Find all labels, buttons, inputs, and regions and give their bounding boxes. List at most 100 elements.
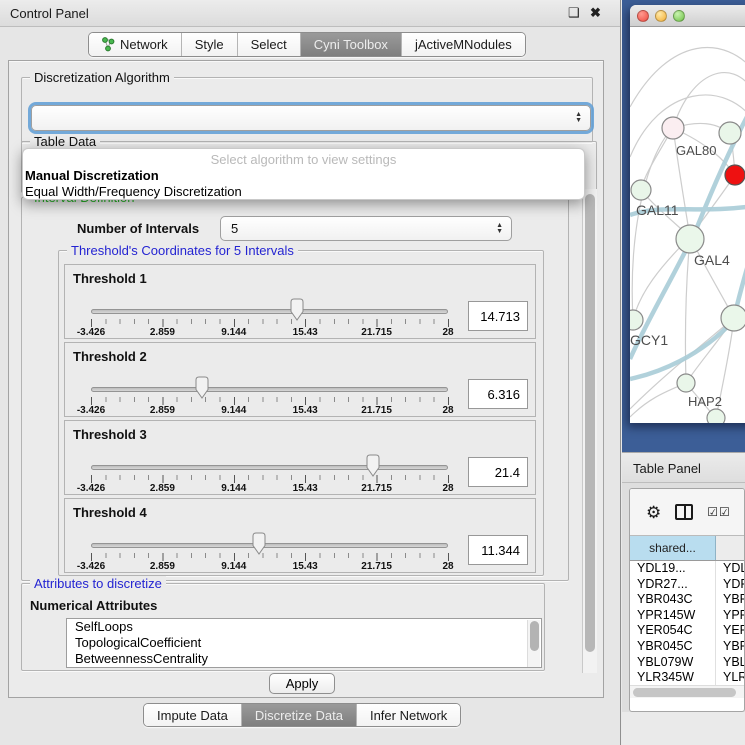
table-panel-title: Table Panel — [633, 461, 701, 476]
network-window-titlebar — [630, 5, 745, 27]
threshold-1-slider-track[interactable] — [91, 309, 448, 314]
tab-network-label: Network — [120, 37, 168, 52]
attributes-title: Attributes to discretize — [30, 576, 166, 591]
table-row[interactable]: YBR045CYBR0 — [630, 639, 745, 655]
algorithm-combobox[interactable]: ▲▼ — [31, 105, 591, 131]
network-node[interactable] — [631, 180, 651, 200]
network-graph: GAL80 GA C GAL11 GAL4 GCY1 H HAP2 — [630, 27, 745, 423]
network-node[interactable] — [662, 117, 684, 139]
dropdown-option-manual[interactable]: Manual Discretization — [23, 168, 584, 184]
thresholds-group: Threshold's Coordinates for 5 Intervals … — [58, 250, 544, 576]
network-node[interactable] — [677, 374, 695, 392]
number-of-intervals-combobox[interactable]: 5 ▲▼ — [220, 216, 512, 241]
numerical-attributes-label: Numerical Attributes — [30, 598, 157, 613]
tab-infer-network[interactable]: Infer Network — [357, 704, 460, 726]
threshold-4-value-field[interactable]: 11.344 — [468, 535, 528, 565]
table-row[interactable]: YER054CYER0 — [630, 623, 745, 639]
thresholds-title: Threshold's Coordinates for 5 Intervals — [67, 243, 298, 258]
control-panel-window: Control Panel ❑ ✖ Network Style Select C… — [0, 0, 621, 745]
threshold-4-slider-thumb[interactable] — [251, 532, 266, 555]
threshold-2-slider-track[interactable] — [91, 387, 448, 392]
network-node[interactable] — [721, 305, 745, 331]
apply-button[interactable]: Apply — [269, 673, 335, 694]
panel-vertical-scrollbar[interactable] — [582, 189, 597, 673]
table-header-row: shared... n... — [630, 535, 745, 561]
node-table: ⚙ ☑☑ shared... n... YDL19...YDL1 YDR27..… — [629, 488, 745, 712]
threshold-4-slider-track[interactable] — [91, 543, 448, 548]
threshold-3-box: Threshold 3 -3.4262.859 9.14415.43 21.71… — [64, 420, 536, 495]
threshold-1-value-field[interactable]: 14.713 — [468, 301, 528, 331]
columns-icon[interactable] — [675, 504, 693, 520]
close-window-icon[interactable] — [637, 10, 649, 22]
column-header-name[interactable]: n... — [716, 536, 745, 560]
attributes-group: Attributes to discretize Numerical Attri… — [21, 583, 545, 671]
threshold-1-slider-thumb[interactable] — [290, 298, 305, 321]
cyni-toolbox-panel: Discretization Algorithm ▲▼ Select algor… — [8, 60, 604, 698]
panel-scrollbar-thumb[interactable] — [585, 194, 595, 652]
table-row[interactable]: YDL19...YDL1 — [630, 561, 745, 577]
zoom-window-icon[interactable] — [673, 10, 685, 22]
tab-impute-data[interactable]: Impute Data — [144, 704, 242, 726]
table-row[interactable]: YPR145WYPR1 — [630, 608, 745, 624]
network-node[interactable] — [719, 122, 741, 144]
network-view-window: GAL80 GA C GAL11 GAL4 GCY1 H HAP2 — [630, 5, 745, 423]
tab-cyni-toolbox[interactable]: Cyni Toolbox — [301, 33, 402, 56]
right-workspace: GAL80 GA C GAL11 GAL4 GCY1 H HAP2 Table … — [622, 0, 745, 745]
node-label: GAL4 — [694, 252, 730, 268]
threshold-3-value-field[interactable]: 21.4 — [468, 457, 528, 487]
network-node[interactable] — [707, 409, 725, 423]
network-node-highlighted[interactable] — [725, 165, 745, 185]
table-panel-titlebar: Table Panel — [622, 452, 745, 483]
tab-jactivemnodules[interactable]: jActiveMNodules — [402, 33, 525, 56]
combo-stepper-icon: ▲▼ — [496, 217, 503, 240]
numerical-attributes-list[interactable]: SelfLoops TopologicalCoefficient Between… — [66, 618, 542, 668]
table-horizontal-scrollbar[interactable] — [630, 685, 744, 698]
threshold-2-label: Threshold 2 — [73, 349, 147, 364]
table-data-title: Table Data — [30, 134, 100, 149]
threshold-4-label: Threshold 4 — [73, 505, 147, 520]
table-row[interactable]: YDR27...YDR2 — [630, 577, 745, 593]
number-of-intervals-label: Number of Intervals — [77, 221, 199, 236]
threshold-3-slider-track[interactable] — [91, 465, 448, 470]
network-node[interactable] — [676, 225, 704, 253]
table-scrollbar-thumb[interactable] — [633, 688, 736, 697]
threshold-3-slider-thumb[interactable] — [366, 454, 381, 477]
attributes-list-scrollbar[interactable] — [527, 620, 540, 668]
tab-select[interactable]: Select — [238, 33, 301, 56]
table-body: YDL19...YDL1 YDR27...YDR2 YBR043CYBR0 YP… — [630, 561, 745, 685]
threshold-4-box: Threshold 4 -3.4262.859 9.14415.43 21.71… — [64, 498, 536, 573]
threshold-3-scale: -3.4262.859 9.14415.43 21.71528 — [91, 483, 448, 494]
list-item[interactable]: BetweennessCentrality — [67, 651, 541, 667]
threshold-4-scale: -3.4262.859 9.14415.43 21.71528 — [91, 561, 448, 572]
table-row[interactable]: YBL079WYBL0 — [630, 655, 745, 671]
column-header-shared-name[interactable]: shared... — [630, 536, 716, 560]
float-window-icon[interactable]: ❑ — [568, 5, 580, 21]
table-toolbar: ⚙ ☑☑ — [630, 489, 744, 535]
minimize-window-icon[interactable] — [655, 10, 667, 22]
panel-title: Control Panel — [10, 6, 89, 21]
tab-discretize-data[interactable]: Discretize Data — [242, 704, 357, 726]
list-item[interactable]: SelfLoops — [67, 619, 541, 635]
dropdown-prompt: Select algorithm to view settings — [23, 152, 584, 168]
top-tab-bar: Network Style Select Cyni Toolbox jActiv… — [88, 32, 526, 57]
tab-style[interactable]: Style — [182, 33, 238, 56]
threshold-2-box: Threshold 2 -3.4262.859 9.14415.43 21.71… — [64, 342, 536, 417]
threshold-1-scale: -3.4262.859 9.14415.43 21.71528 — [91, 327, 448, 338]
combo-stepper-icon: ▲▼ — [575, 106, 582, 130]
gear-icon[interactable]: ⚙ — [646, 504, 661, 521]
list-item[interactable]: TopologicalCoefficient — [67, 635, 541, 651]
threshold-2-value-field[interactable]: 6.316 — [468, 379, 528, 409]
select-columns-checkbox-icons[interactable]: ☑☑ — [707, 505, 731, 519]
close-panel-icon[interactable]: ✖ — [590, 5, 601, 21]
table-row[interactable]: YBR043CYBR0 — [630, 592, 745, 608]
network-node[interactable] — [630, 310, 643, 330]
screen: Control Panel ❑ ✖ Network Style Select C… — [0, 0, 745, 745]
threshold-2-slider-thumb[interactable] — [194, 376, 209, 399]
table-row[interactable]: YLR345WYLR3 — [630, 670, 745, 685]
interval-definition-group: Interval Definition Number of Intervals … — [21, 197, 569, 581]
tab-network[interactable]: Network — [89, 33, 182, 56]
network-canvas[interactable]: GAL80 GA C GAL11 GAL4 GCY1 H HAP2 — [630, 27, 745, 423]
dropdown-option-equal-width[interactable]: Equal Width/Frequency Discretization — [23, 184, 584, 200]
discretization-algorithm-title: Discretization Algorithm — [30, 70, 174, 85]
number-of-intervals-value: 5 — [231, 221, 238, 236]
